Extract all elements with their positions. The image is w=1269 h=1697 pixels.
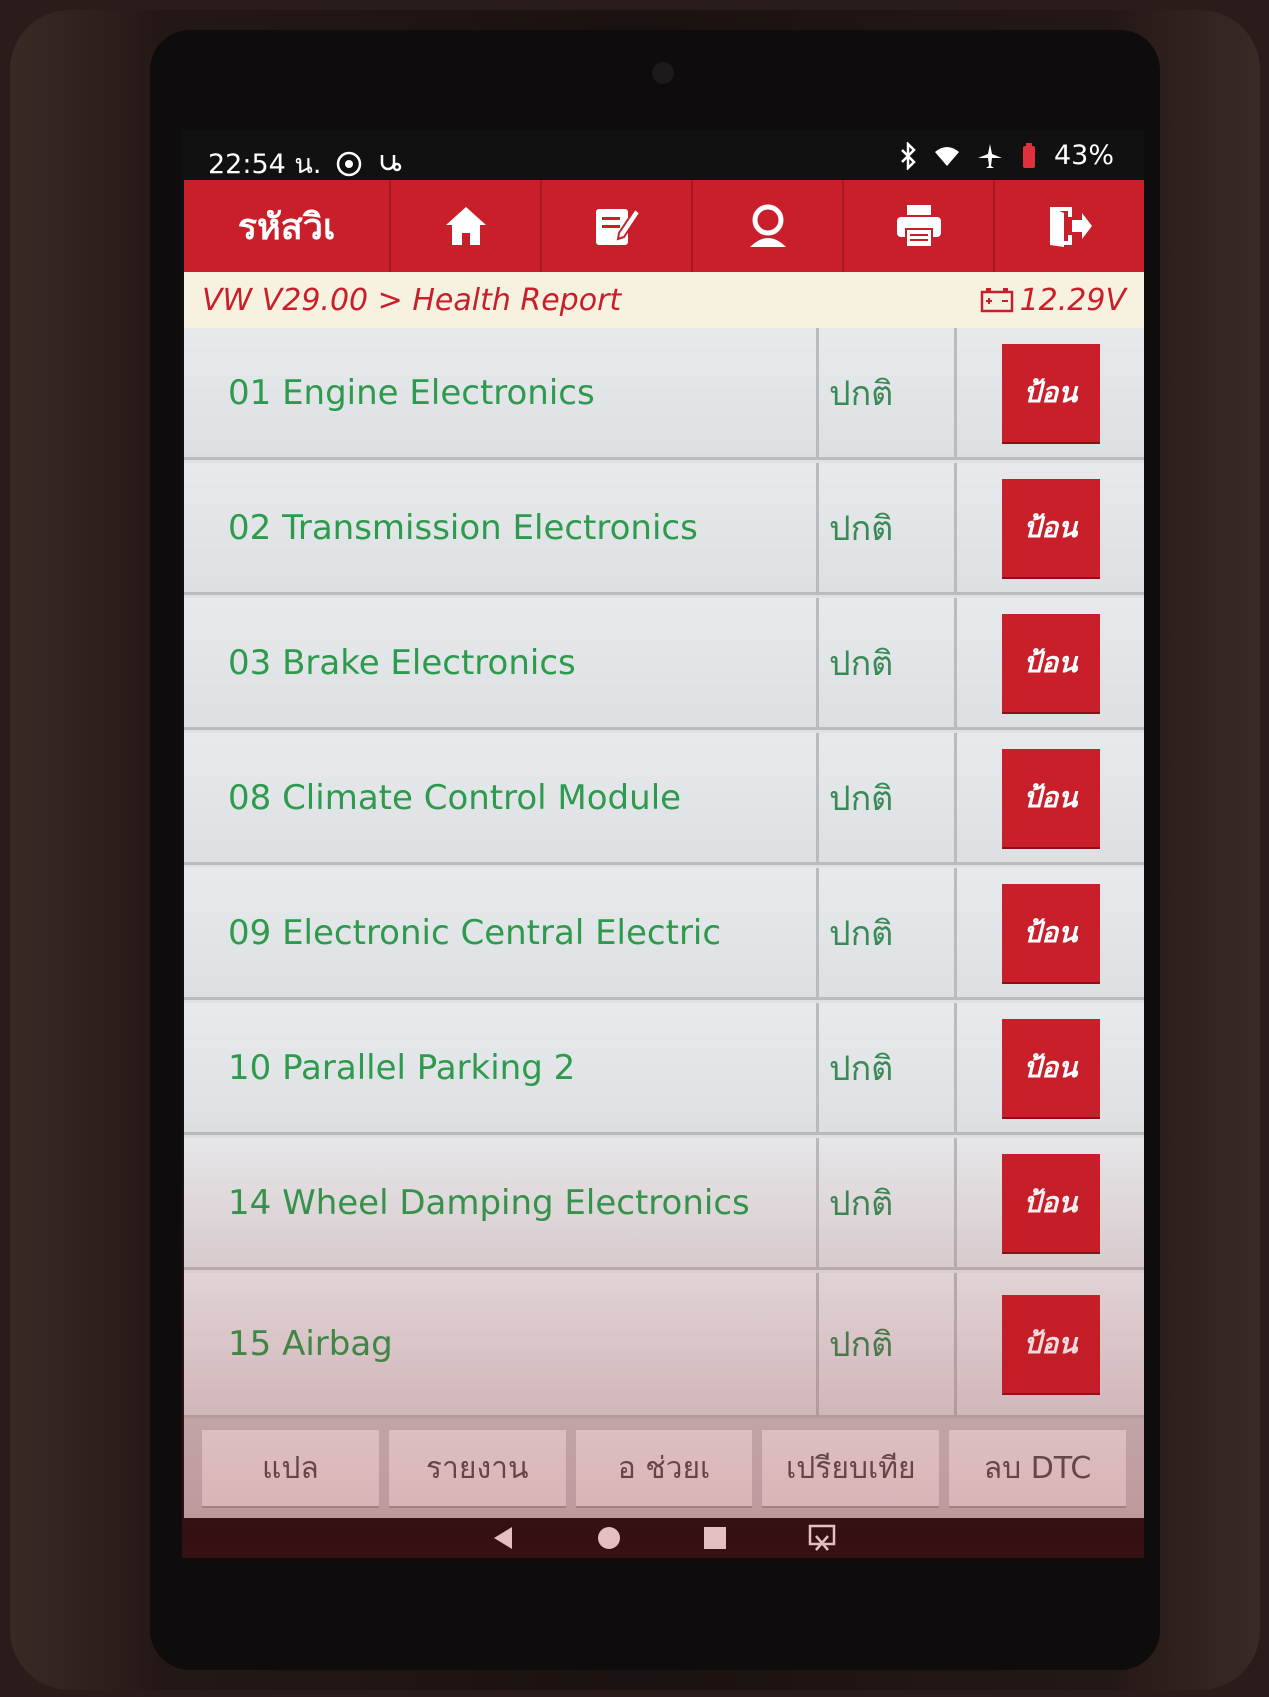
list-item: 03 Brake Electronics ปกติ ป้อน: [184, 598, 1144, 730]
toolbar-title: รหัสวิเ: [184, 180, 391, 272]
battery-low-icon: [1020, 142, 1038, 170]
system-status: ปกติ: [819, 1003, 957, 1132]
enter-button[interactable]: ป้อน: [1001, 883, 1100, 982]
diagnostic-stethoscope-icon: [377, 151, 403, 177]
bottom-action-bar: แปล รายงาน อ ช่วยเ เปรียบเทีย ลบ DTC: [184, 1418, 1144, 1518]
system-name: 02 Transmission Electronics: [184, 463, 819, 592]
voltage-value: 12.29V: [1019, 282, 1126, 318]
list-item: 15 Airbag ปกติ ป้อน: [184, 1273, 1144, 1418]
list-item: 14 Wheel Damping Electronics ปกติ ป้อน: [184, 1138, 1144, 1270]
list-item: 10 Parallel Parking 2 ปกติ ป้อน: [184, 1003, 1144, 1135]
enter-button[interactable]: ป้อน: [1001, 748, 1100, 847]
front-camera: [652, 62, 674, 84]
airplane-mode-icon: [976, 142, 1004, 170]
report-button[interactable]: รายงาน: [388, 1430, 566, 1506]
system-status: ปกติ: [819, 598, 957, 727]
status-time: 22:54 น.: [208, 149, 322, 180]
print-button[interactable]: [844, 180, 995, 272]
exit-button[interactable]: [995, 180, 1144, 272]
exit-icon: [1046, 203, 1094, 249]
settings-gear-icon: [335, 150, 363, 178]
home-circle-icon[interactable]: [596, 1525, 622, 1551]
android-nav-bar: [182, 1518, 1144, 1558]
help-button[interactable]: อ ช่วยเ: [575, 1430, 753, 1506]
translate-button[interactable]: แปล: [202, 1430, 379, 1506]
list-item: 01 Engine Electronics ปกติ ป้อน: [184, 328, 1144, 460]
system-status: ปกติ: [819, 733, 957, 862]
back-icon[interactable]: [490, 1525, 516, 1551]
enter-button[interactable]: ป้อน: [1001, 613, 1100, 712]
car-battery-icon: [980, 287, 1014, 313]
edit-note-icon: [593, 203, 641, 249]
app-toolbar: รหัสวิเ: [184, 180, 1144, 272]
enter-button[interactable]: ป้อน: [1001, 1153, 1100, 1252]
status-bar: 22:54 น. 43%: [182, 130, 1144, 180]
battery-percent: 43%: [1053, 140, 1114, 171]
system-list: 01 Engine Electronics ปกติ ป้อน 02 Trans…: [184, 328, 1144, 1418]
enter-button[interactable]: ป้อน: [1001, 1018, 1100, 1117]
system-name: 03 Brake Electronics: [184, 598, 819, 727]
system-status: ปกติ: [819, 328, 957, 457]
screenshot-icon[interactable]: [808, 1524, 836, 1552]
battery-voltage: 12.29V: [980, 283, 1126, 318]
home-button[interactable]: [391, 180, 542, 272]
enter-button[interactable]: ป้อน: [1001, 478, 1100, 577]
compare-button[interactable]: เปรียบเทีย: [762, 1430, 940, 1506]
screen: 22:54 น. 43% รหัสวิเ VW V29.00 > Health …: [182, 130, 1144, 1558]
enter-button[interactable]: ป้อน: [1001, 343, 1100, 442]
list-item: 08 Climate Control Module ปกติ ป้อน: [184, 733, 1144, 865]
list-item: 09 Electronic Central Electric ปกติ ป้อน: [184, 868, 1144, 1000]
bluetooth-icon: [898, 141, 918, 170]
enter-button[interactable]: ป้อน: [1001, 1295, 1100, 1393]
print-icon: [895, 203, 943, 249]
edit-note-button[interactable]: [542, 180, 693, 272]
support-agent-icon: [744, 203, 792, 249]
breadcrumb: VW V29.00 > Health Report: [202, 282, 622, 318]
system-name: 09 Electronic Central Electric: [184, 868, 819, 997]
system-status: ปกติ: [819, 1138, 957, 1267]
system-name: 08 Climate Control Module: [184, 733, 819, 862]
system-name: 10 Parallel Parking 2: [184, 1003, 819, 1132]
system-status: ปกติ: [819, 1273, 957, 1415]
breadcrumb-bar: VW V29.00 > Health Report 12.29V: [184, 272, 1144, 328]
system-status: ปกติ: [819, 868, 957, 997]
system-name: 14 Wheel Damping Electronics: [184, 1138, 819, 1267]
clear-dtc-button[interactable]: ลบ DTC: [949, 1430, 1126, 1506]
home-icon: [443, 204, 489, 248]
list-item: 02 Transmission Electronics ปกติ ป้อน: [184, 463, 1144, 595]
system-name: 01 Engine Electronics: [184, 328, 819, 457]
recents-icon[interactable]: [702, 1525, 728, 1551]
support-button[interactable]: [693, 180, 844, 272]
system-status: ปกติ: [819, 463, 957, 592]
wifi-icon: [934, 145, 960, 167]
system-name: 15 Airbag: [184, 1273, 819, 1415]
